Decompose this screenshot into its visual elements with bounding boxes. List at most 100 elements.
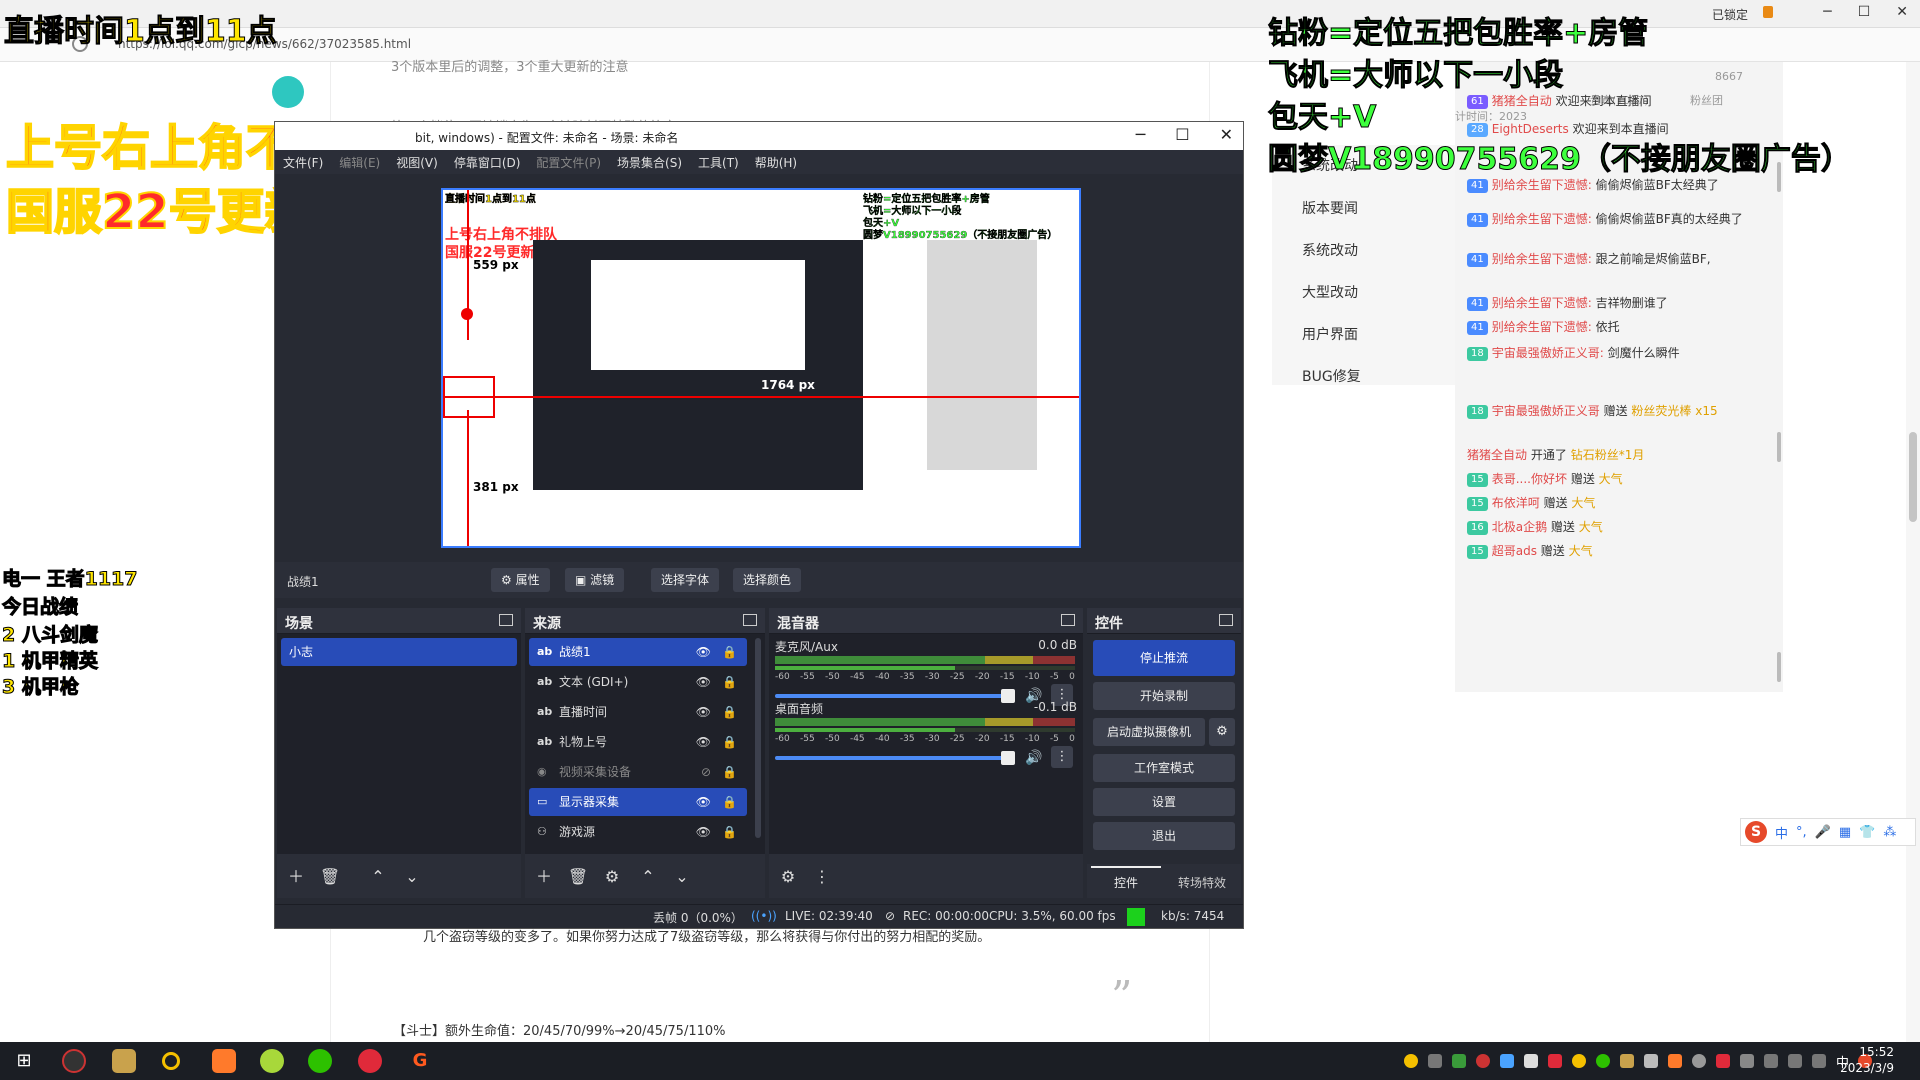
qq-game-icon[interactable]: [212, 1049, 236, 1073]
tray-icon-6[interactable]: [1524, 1054, 1538, 1068]
volume-slider[interactable]: [775, 756, 1015, 760]
menu-tools[interactable]: 工具(T): [698, 154, 739, 171]
volume-slider-handle[interactable]: [1001, 751, 1015, 765]
stop-stream-button[interactable]: 停止推流: [1093, 640, 1235, 676]
tray-icon-14[interactable]: [1740, 1054, 1754, 1068]
chat-username[interactable]: 别给余生留下遗憾:: [1492, 320, 1592, 334]
remove-source-icon[interactable]: 🗑: [565, 864, 591, 890]
tray-icon-11[interactable]: [1668, 1054, 1682, 1068]
remove-scene-icon[interactable]: 🗑: [317, 864, 343, 890]
lock-icon[interactable]: 🔒: [722, 668, 737, 696]
lock-icon[interactable]: 🔒: [722, 758, 737, 786]
tray-icon-2[interactable]: [1428, 1054, 1442, 1068]
hidden-eye-icon[interactable]: ⊘: [701, 758, 711, 786]
add-source-icon[interactable]: ＋: [531, 864, 557, 890]
circle-app-icon[interactable]: [162, 1052, 180, 1070]
tray-icon-10[interactable]: [1644, 1054, 1658, 1068]
studio-mode-button[interactable]: 工作室模式: [1093, 754, 1235, 782]
start-record-button[interactable]: 开始录制: [1093, 682, 1235, 710]
visibility-eye-icon[interactable]: 👁: [696, 818, 711, 846]
undock-icon[interactable]: [499, 614, 513, 626]
close-button[interactable]: ✕: [1896, 4, 1908, 20]
menu-scene-collection[interactable]: 场景集合(S): [617, 154, 682, 171]
lock-icon[interactable]: 🔒: [722, 698, 737, 726]
source-item[interactable]: ⚇ 游戏源 👁 🔒: [529, 818, 747, 846]
scene-item[interactable]: 小志: [281, 638, 517, 666]
nav-item-bugfix[interactable]: BUG修复: [1302, 366, 1361, 386]
move-down-icon[interactable]: ⌄: [669, 864, 695, 890]
tab-controls[interactable]: 控件: [1091, 866, 1161, 896]
lock-icon[interactable]: 🔒: [722, 818, 737, 846]
sogou-logo-icon[interactable]: S: [1745, 821, 1767, 843]
move-down-icon[interactable]: ⌄: [399, 864, 425, 890]
scrollbar-thumb[interactable]: [1909, 432, 1917, 522]
lock-icon[interactable]: 🔒: [722, 728, 737, 756]
obs-taskbar-icon[interactable]: [62, 1049, 86, 1073]
nav-item-news[interactable]: 版本要闻: [1302, 198, 1358, 218]
chat-username[interactable]: 宇宙最强傲娇正义哥:: [1492, 346, 1604, 360]
nav-item-ui[interactable]: 用户界面: [1302, 324, 1358, 344]
nav-item-major[interactable]: 大型改动: [1302, 282, 1358, 302]
minimize-button[interactable]: ─: [1823, 4, 1831, 20]
chat-scroll-thumb-3[interactable]: [1777, 652, 1781, 682]
volume-slider[interactable]: [775, 694, 1015, 698]
chat-username[interactable]: 表哥....你好坏: [1492, 472, 1567, 486]
tab-transitions[interactable]: 转场特效: [1167, 868, 1237, 898]
ime-tools-icon[interactable]: ⁂: [1883, 825, 1896, 840]
chat-username[interactable]: 宇宙最强傲娇正义哥: [1492, 404, 1600, 418]
ime-punct-icon[interactable]: °,: [1796, 825, 1807, 840]
menu-profile[interactable]: 配置文件(P): [536, 154, 601, 171]
source-item[interactable]: ab 文本 (GDI+) 👁 🔒: [529, 668, 747, 696]
menu-edit[interactable]: 编辑(E): [339, 154, 380, 171]
speaker-icon[interactable]: 🔊: [1025, 750, 1042, 766]
ime-lang-icon[interactable]: 中: [1775, 823, 1788, 842]
green-app-icon[interactable]: [260, 1049, 284, 1073]
settings-button[interactable]: 设置: [1093, 788, 1235, 816]
taskbar-clock[interactable]: 15:52 2023/3/9: [1840, 1044, 1894, 1076]
obs-maximize-button[interactable]: ☐: [1175, 125, 1189, 144]
tray-network-icon[interactable]: [1788, 1054, 1802, 1068]
select-font-button[interactable]: 选择字体: [651, 568, 720, 592]
ime-keyboard-icon[interactable]: ▦: [1839, 825, 1851, 840]
sources-scrollbar[interactable]: [755, 638, 761, 838]
visibility-eye-icon[interactable]: 👁: [696, 788, 711, 816]
windows-start-icon[interactable]: ⊞: [12, 1049, 36, 1073]
menu-docks[interactable]: 停靠窗口(D): [454, 154, 521, 171]
comment-icon[interactable]: [272, 76, 304, 108]
source-item[interactable]: ab 礼物上号 👁 🔒: [529, 728, 747, 756]
tray-icon-7[interactable]: [1548, 1054, 1562, 1068]
source-settings-icon[interactable]: ⚙: [599, 864, 625, 890]
visibility-eye-icon[interactable]: 👁: [696, 668, 711, 696]
properties-button[interactable]: ⚙ 属性: [491, 568, 550, 592]
rotate-handle[interactable]: [461, 308, 473, 320]
tray-icon-4[interactable]: [1476, 1054, 1490, 1068]
move-up-icon[interactable]: ⌃: [365, 864, 391, 890]
chat-username[interactable]: 别给余生留下遗憾:: [1492, 252, 1592, 266]
nav-item-system[interactable]: 系统改动: [1302, 240, 1358, 260]
filters-button[interactable]: ▣ 滤镜: [565, 568, 625, 592]
source-item[interactable]: ab 直播时间 👁 🔒: [529, 698, 747, 726]
menu-file[interactable]: 文件(F): [283, 154, 323, 171]
exit-button[interactable]: 退出: [1093, 822, 1235, 850]
visibility-eye-icon[interactable]: 👁: [696, 698, 711, 726]
undock-icon[interactable]: [1061, 614, 1075, 626]
chat-username[interactable]: 布依洋呵: [1492, 496, 1540, 510]
source-item[interactable]: ab 战绩1 👁 🔒: [529, 638, 747, 666]
undock-icon[interactable]: [1219, 614, 1233, 626]
lock-icon[interactable]: 🔒: [722, 788, 737, 816]
page-scrollbar[interactable]: [1906, 62, 1920, 1042]
menu-help[interactable]: 帮助(H): [755, 154, 797, 171]
browser-taskbar-icon[interactable]: G: [408, 1049, 432, 1073]
advanced-audio-icon[interactable]: ⚙: [775, 864, 801, 890]
add-scene-icon[interactable]: ＋: [283, 864, 309, 890]
sogou-ime-toolbar[interactable]: S 中 °, 🎤 ▦ 👕 ⁂: [1740, 818, 1916, 846]
source-item[interactable]: ▭ 显示器采集 👁 🔒: [529, 788, 747, 816]
ime-skin-icon[interactable]: 👕: [1859, 825, 1875, 840]
tray-volume-icon[interactable]: [1812, 1054, 1826, 1068]
chat-username[interactable]: 猪猪全自动: [1492, 94, 1552, 108]
tray-icon-9[interactable]: [1620, 1054, 1634, 1068]
tray-icon-13[interactable]: [1716, 1054, 1730, 1068]
visibility-eye-icon[interactable]: 👁: [696, 638, 711, 666]
chat-username[interactable]: 北极a企鹅: [1492, 520, 1547, 534]
tray-icon-12[interactable]: [1692, 1054, 1706, 1068]
